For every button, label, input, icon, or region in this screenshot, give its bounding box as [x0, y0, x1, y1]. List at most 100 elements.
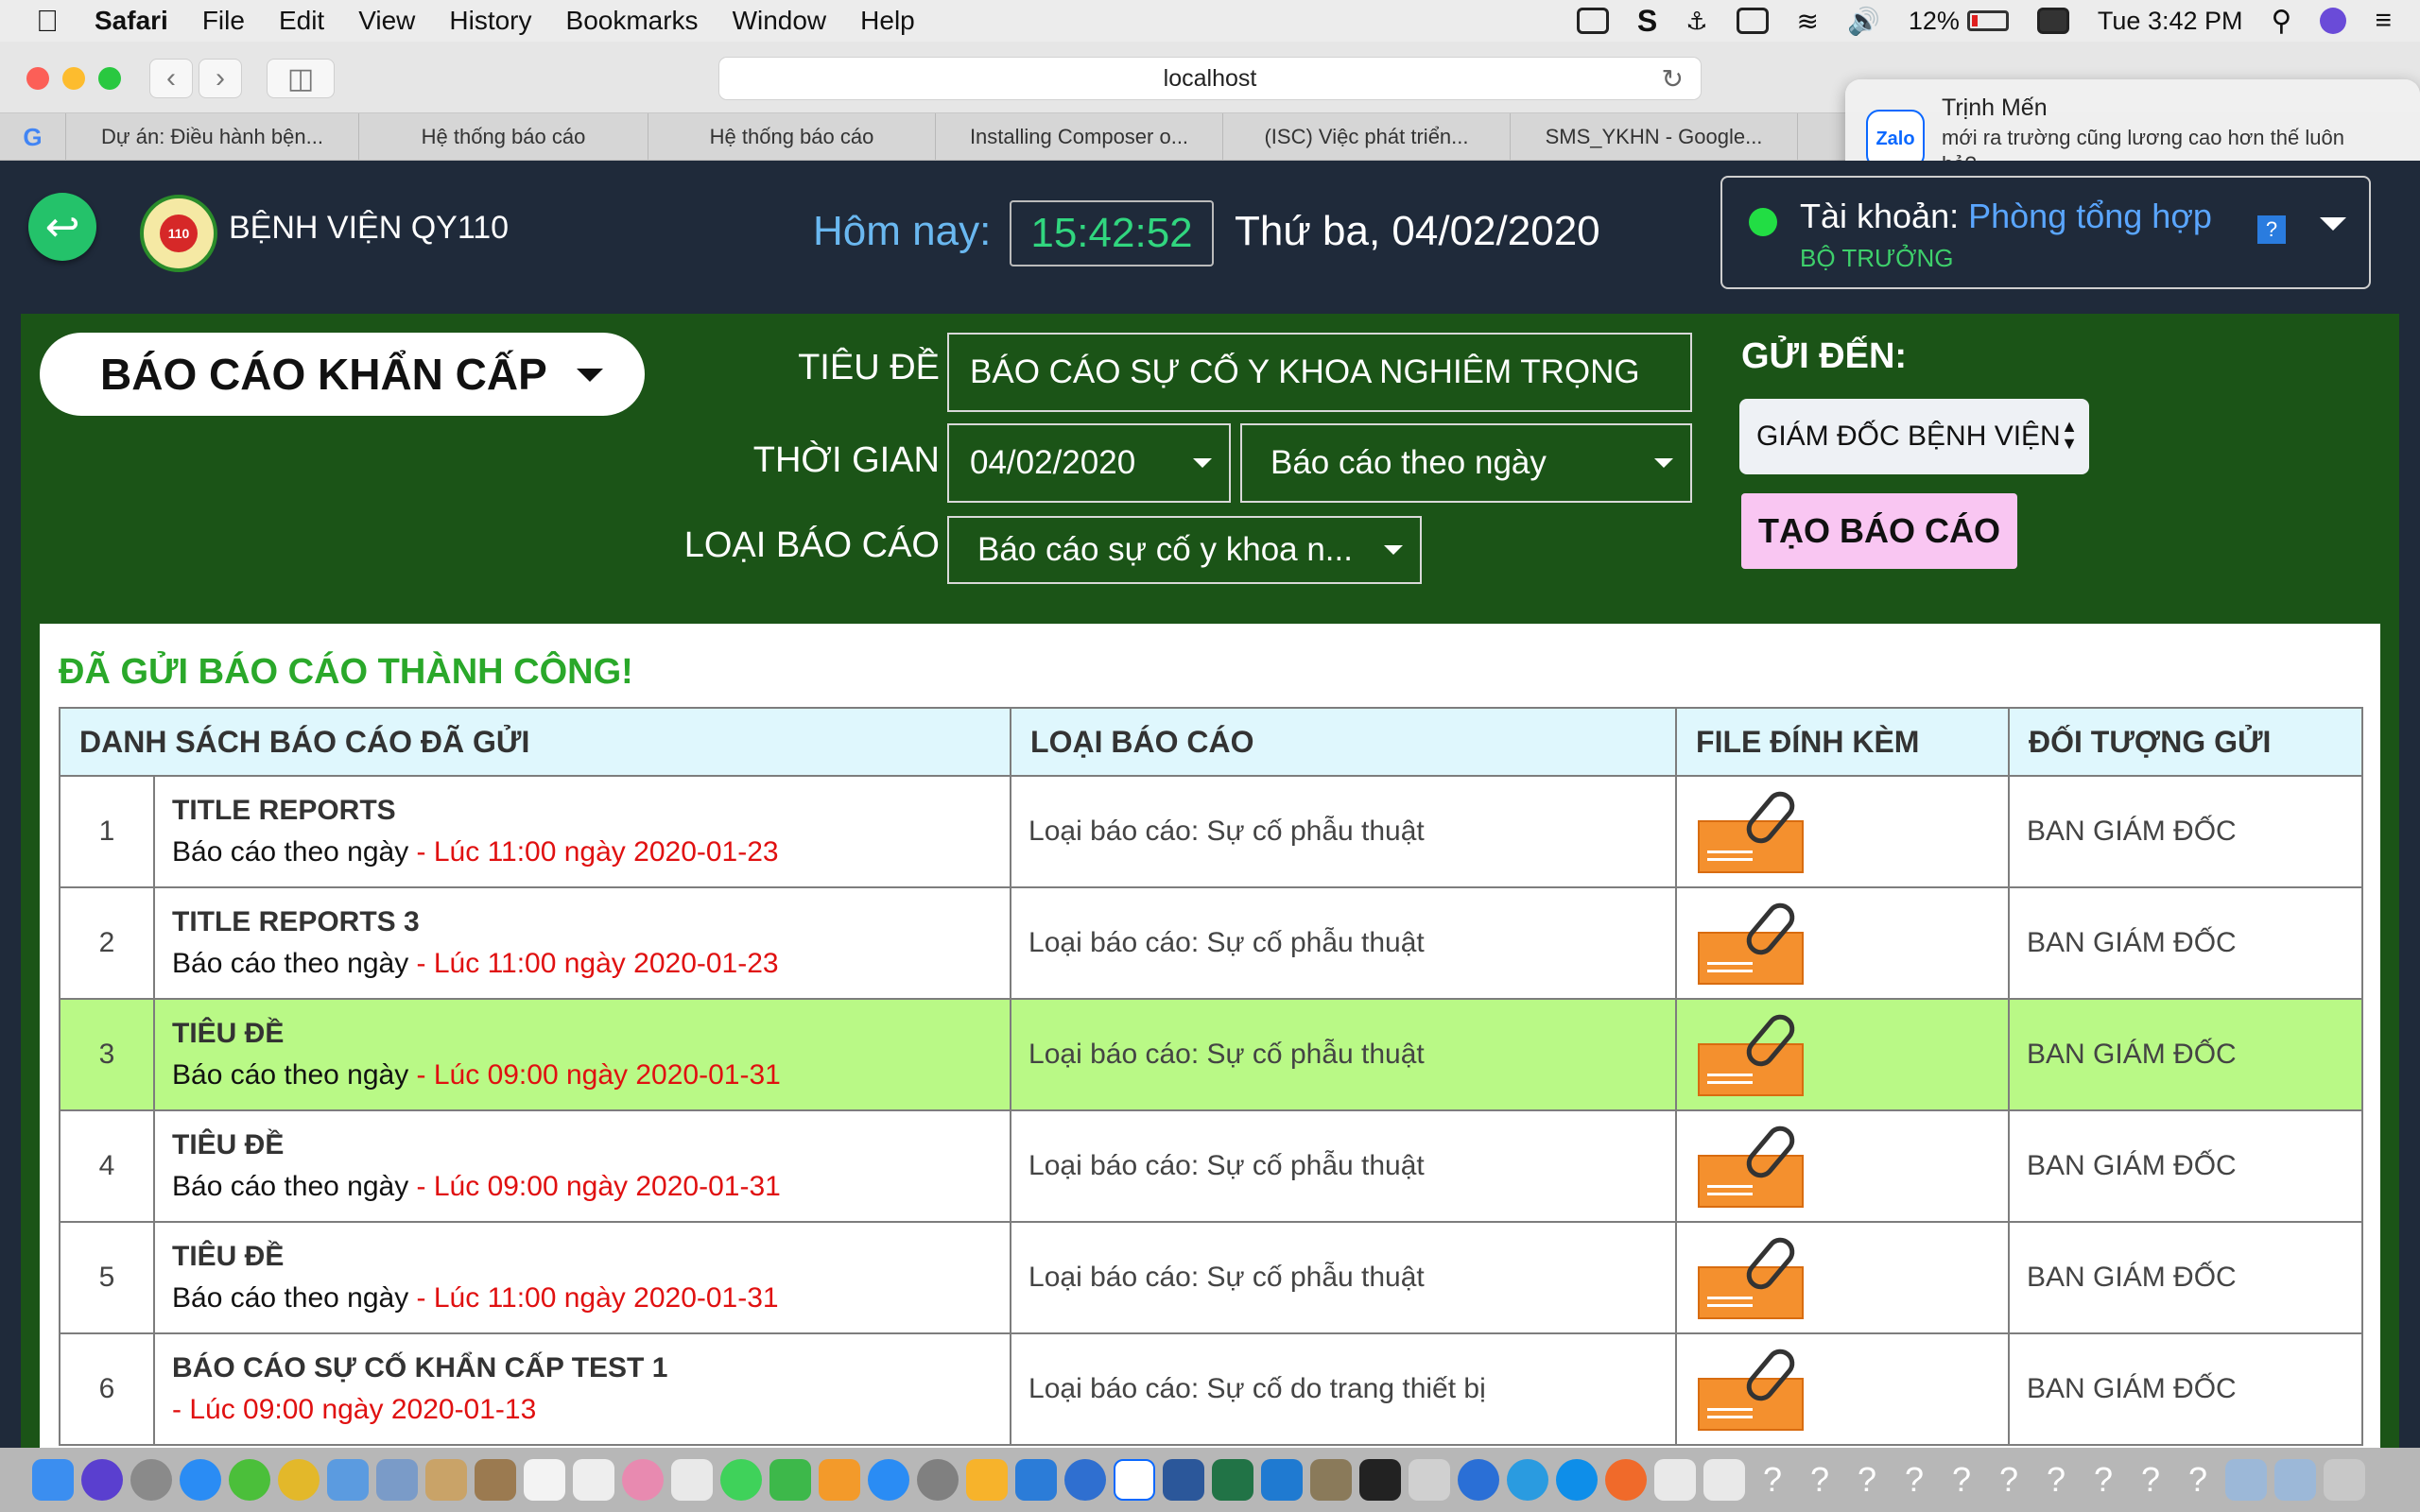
back-nav-button[interactable]: ‹: [149, 59, 193, 98]
unknown-app-icon[interactable]: ?: [1800, 1459, 1840, 1501]
menu-file[interactable]: File: [202, 6, 245, 36]
recipient-select[interactable]: GIÁM ĐỐC BỆNH VIỆN ▲ ▼: [1739, 399, 2089, 474]
photos-icon[interactable]: [622, 1459, 664, 1501]
attachment-icon[interactable]: [1698, 785, 1807, 875]
table-row[interactable]: 4 TIÊU ĐỀ Báo cáo theo ngày - Lúc 09:00 …: [59, 1109, 2364, 1223]
account-panel[interactable]: Tài khoản: Phòng tổng hợp BỘ TRƯỞNG ?: [1720, 176, 2371, 289]
word-icon[interactable]: [1163, 1459, 1204, 1501]
app-store-icon[interactable]: [868, 1459, 909, 1501]
input-method-icon[interactable]: [2036, 8, 2069, 34]
unknown-app-icon[interactable]: ?: [2178, 1459, 2218, 1501]
unknown-app-icon[interactable]: ?: [1942, 1459, 1981, 1501]
attachment-icon[interactable]: [1698, 1343, 1807, 1433]
facetime-icon[interactable]: [769, 1459, 811, 1501]
wifi-icon[interactable]: ≋: [1797, 6, 1819, 37]
scissors-icon[interactable]: [1409, 1459, 1450, 1501]
notification-center-icon[interactable]: ≡: [2375, 5, 2392, 37]
safari-alt-icon[interactable]: [1064, 1459, 1106, 1501]
maximize-window-button[interactable]: [98, 67, 121, 90]
postman-icon[interactable]: [1458, 1459, 1499, 1501]
title-input[interactable]: BÁO CÁO SỰ CỐ Y KHOA NGHIÊM TRỌNG: [947, 333, 1692, 412]
teamviewer-icon[interactable]: [1576, 8, 1609, 34]
mail-icon[interactable]: [327, 1459, 369, 1501]
memory-icon[interactable]: [1736, 8, 1769, 34]
system-preferences-icon[interactable]: [917, 1459, 959, 1501]
report-type-dropdown[interactable]: BÁO CÁO KHẨN CẤP: [40, 333, 645, 416]
preview-icon[interactable]: [376, 1459, 418, 1501]
evernote-icon[interactable]: [229, 1459, 270, 1501]
table-row[interactable]: 2 TITLE REPORTS 3 Báo cáo theo ngày - Lú…: [59, 886, 2364, 1000]
notes-icon[interactable]: [425, 1459, 467, 1501]
attachment-icon[interactable]: [1698, 897, 1807, 987]
browser-dock-icon[interactable]: [1605, 1459, 1647, 1501]
table-row[interactable]: 6 BÁO CÁO SỰ CỐ KHẨN CẤP TEST 1 - Lúc 09…: [59, 1332, 2364, 1446]
menu-view[interactable]: View: [358, 6, 415, 36]
table-row[interactable]: 5 TIÊU ĐỀ Báo cáo theo ngày - Lúc 11:00 …: [59, 1221, 2364, 1334]
tab-du-an[interactable]: Dự án: Điều hành bện...: [66, 113, 359, 161]
calendar-icon[interactable]: [524, 1459, 565, 1501]
document-icon[interactable]: [1654, 1459, 1696, 1501]
apple-menu-icon[interactable]: : [0, 4, 95, 39]
menu-bookmarks[interactable]: Bookmarks: [566, 6, 699, 36]
category-select[interactable]: Báo cáo sự cố y khoa n...: [947, 516, 1422, 584]
books-icon[interactable]: [819, 1459, 860, 1501]
textedit-icon[interactable]: [671, 1459, 713, 1501]
back-button[interactable]: ↩: [28, 193, 96, 261]
unknown-app-icon[interactable]: ?: [2083, 1459, 2123, 1501]
reload-icon[interactable]: ↻: [1662, 63, 1684, 94]
contacts-icon[interactable]: [475, 1459, 516, 1501]
menu-window[interactable]: Window: [733, 6, 827, 36]
launchpad-icon[interactable]: [130, 1459, 172, 1501]
siri-icon[interactable]: [81, 1459, 123, 1501]
tab-isc[interactable]: (ISC) Việc phát triển...: [1223, 113, 1511, 161]
reminders-icon[interactable]: [573, 1459, 614, 1501]
tab-he-thong-bao-cao-2[interactable]: Hệ thống báo cáo: [648, 113, 936, 161]
period-select[interactable]: Báo cáo theo ngày: [1240, 423, 1692, 503]
spreadsheet-icon[interactable]: [1703, 1459, 1745, 1501]
unknown-app-icon[interactable]: ?: [1894, 1459, 1934, 1501]
tab-google[interactable]: G: [0, 113, 66, 161]
unknown-app-icon[interactable]: ?: [1989, 1459, 2029, 1501]
menu-edit[interactable]: Edit: [279, 6, 324, 36]
table-row-highlighted[interactable]: 3 TIÊU ĐỀ Báo cáo theo ngày - Lúc 09:00 …: [59, 998, 2364, 1111]
xcode-icon[interactable]: [1015, 1459, 1057, 1501]
zalo-dock-icon[interactable]: [1114, 1459, 1155, 1501]
menubar-clock[interactable]: Tue 3:42 PM: [2098, 7, 2243, 36]
attachment-icon[interactable]: [1698, 1120, 1807, 1210]
chrome-icon[interactable]: [278, 1459, 320, 1501]
skype-icon[interactable]: S: [1637, 4, 1657, 39]
sidebar-toggle-button[interactable]: ◫: [267, 59, 335, 98]
forward-nav-button[interactable]: ›: [199, 59, 242, 98]
help-icon[interactable]: ?: [2257, 215, 2286, 244]
folder-icon[interactable]: [2274, 1459, 2316, 1501]
gimp-icon[interactable]: [1310, 1459, 1352, 1501]
address-bar[interactable]: localhost ↻: [718, 57, 1702, 100]
menu-help[interactable]: Help: [860, 6, 915, 36]
trash-icon[interactable]: [2324, 1459, 2365, 1501]
docker-icon[interactable]: ⚓: [1685, 7, 1707, 36]
battery-indicator[interactable]: 12%: [1909, 7, 2009, 36]
minimize-window-button[interactable]: [62, 67, 85, 90]
excel-icon[interactable]: [1212, 1459, 1253, 1501]
tab-he-thong-bao-cao-1[interactable]: Hệ thống báo cáo: [359, 113, 648, 161]
close-window-button[interactable]: [26, 67, 49, 90]
tab-sms-ykhn[interactable]: SMS_YKHN - Google...: [1511, 113, 1798, 161]
sketch-icon[interactable]: [966, 1459, 1008, 1501]
unknown-app-icon[interactable]: ?: [1847, 1459, 1887, 1501]
menu-history[interactable]: History: [449, 6, 531, 36]
teamviewer-dock-icon[interactable]: [1556, 1459, 1598, 1501]
folder-icon[interactable]: [2225, 1459, 2267, 1501]
finder-icon[interactable]: [32, 1459, 74, 1501]
unknown-app-icon[interactable]: ?: [2036, 1459, 2076, 1501]
date-picker[interactable]: 04/02/2020: [947, 423, 1231, 503]
siri-icon[interactable]: [2320, 8, 2347, 34]
spotlight-search-icon[interactable]: ⚲: [2272, 5, 2292, 38]
vscode-icon[interactable]: [1261, 1459, 1303, 1501]
terminal-icon[interactable]: [1359, 1459, 1401, 1501]
account-dropdown-icon[interactable]: [2320, 217, 2346, 231]
firefox-icon[interactable]: [1507, 1459, 1548, 1501]
unknown-app-icon[interactable]: ?: [2131, 1459, 2170, 1501]
tab-installing-composer[interactable]: Installing Composer o...: [936, 113, 1223, 161]
menu-safari[interactable]: Safari: [95, 6, 168, 36]
volume-icon[interactable]: 🔊: [1847, 6, 1880, 37]
